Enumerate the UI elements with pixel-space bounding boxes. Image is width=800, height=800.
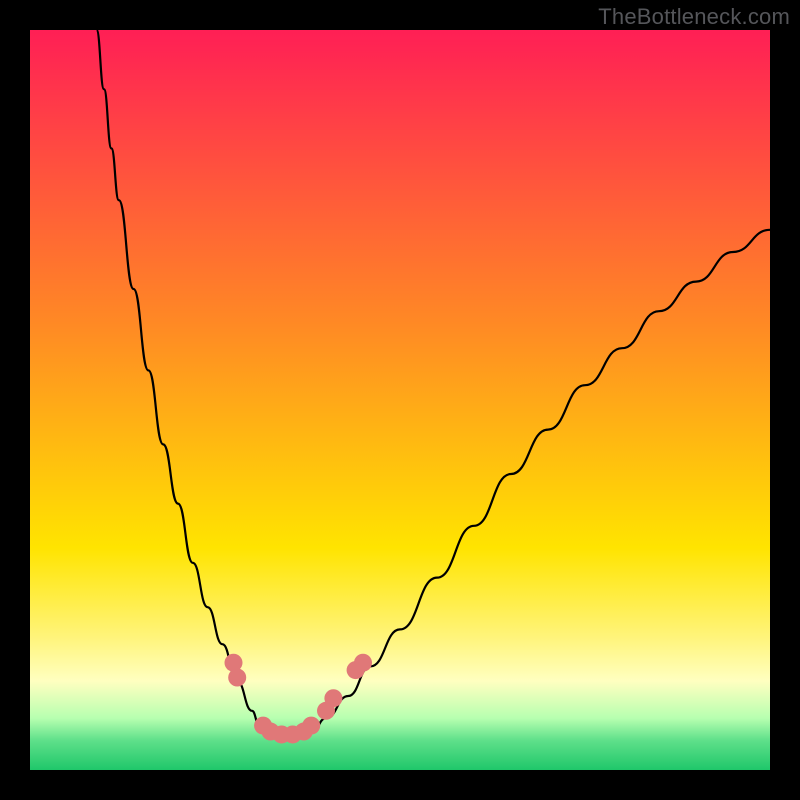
chart-frame: TheBottleneck.com xyxy=(0,0,800,800)
marker-dot xyxy=(302,717,320,735)
plot-svg xyxy=(30,30,770,770)
marker-dot xyxy=(354,654,372,672)
watermark-text: TheBottleneck.com xyxy=(598,4,790,30)
gradient-background xyxy=(30,30,770,770)
marker-dot xyxy=(228,669,246,687)
marker-dot xyxy=(324,689,342,707)
plot-area xyxy=(30,30,770,770)
